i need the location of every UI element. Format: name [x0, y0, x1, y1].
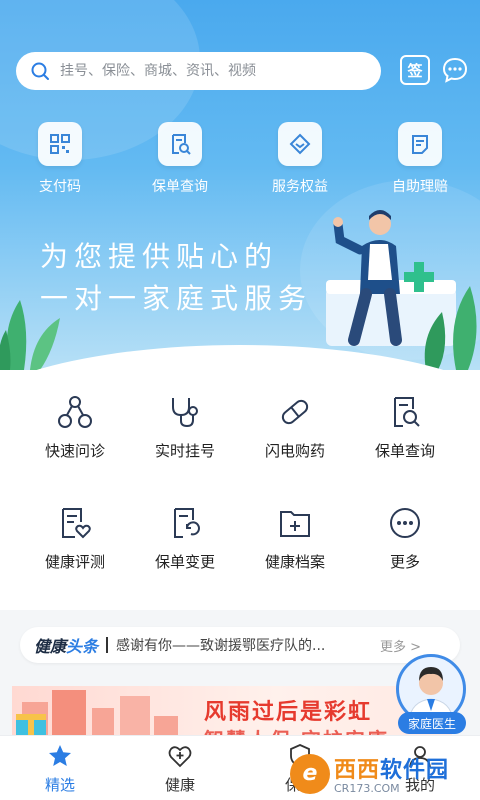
policy-search-icon: [385, 394, 425, 430]
health-folder-icon: [275, 505, 315, 541]
quick-action-label: 自助理赔: [392, 179, 448, 195]
health-check-icon: [55, 505, 95, 541]
service-quick-consult[interactable]: 快速问诊: [20, 394, 130, 461]
service-label: 健康档案: [264, 553, 325, 571]
divider: [106, 637, 109, 653]
service-policy-query[interactable]: 保单查询: [350, 394, 460, 461]
diamond-icon: [278, 122, 322, 166]
family-doctor-label: 家庭医生: [398, 712, 466, 734]
search-input[interactable]: [60, 63, 350, 79]
watermark-brand-b: 软件园: [380, 758, 450, 783]
quick-action-self-claim[interactable]: 自助理赔: [360, 122, 480, 196]
claim-doc-icon: [398, 122, 442, 166]
message-button[interactable]: [440, 55, 470, 85]
service-label: 保单变更: [154, 553, 215, 571]
tab-label: 健康: [164, 776, 195, 794]
qr-code-icon: [38, 122, 82, 166]
sign-in-button[interactable]: 签: [400, 55, 430, 85]
star-icon: [46, 742, 74, 770]
pill-icon: [275, 394, 315, 430]
consult-icon: [55, 394, 95, 430]
leaf-decoration: [0, 300, 60, 370]
heart-plus-icon: [166, 742, 194, 770]
search-bar[interactable]: [16, 52, 381, 90]
quick-action-pay-code[interactable]: 支付码: [0, 122, 120, 196]
quick-action-policy-query[interactable]: 保单查询: [120, 122, 240, 196]
watermark-logo: e: [290, 753, 330, 794]
services-panel: 快速问诊 实时挂号 闪电购药 保单查询 健康评测 保单变更 健康档案 更多: [0, 370, 480, 610]
quick-action-service-rights[interactable]: 服务权益: [240, 122, 360, 196]
service-label: 保单查询: [374, 442, 435, 460]
service-health-assess[interactable]: 健康评测: [20, 505, 130, 572]
service-policy-change[interactable]: 保单变更: [130, 505, 240, 572]
slogan-line: 为您提供贴心的: [40, 240, 279, 273]
banner-title: 风雨过后是彩虹: [204, 700, 373, 725]
service-label: 更多: [389, 553, 420, 571]
quick-action-label: 保单查询: [152, 179, 208, 195]
service-more[interactable]: 更多: [350, 505, 460, 572]
service-label: 实时挂号: [154, 442, 215, 460]
service-label: 快速问诊: [44, 442, 105, 460]
quick-actions: 支付码 保单查询 服务权益 自助理赔: [0, 122, 480, 196]
service-label: 健康评测: [44, 553, 105, 571]
tab-featured[interactable]: 精选: [0, 736, 120, 800]
service-fast-medicine[interactable]: 闪电购药: [240, 394, 350, 461]
tab-label: 精选: [44, 776, 75, 794]
health-headline-bar[interactable]: 健康头条 感谢有你——致谢援鄂医疗队的... 更多 >: [20, 627, 460, 663]
site-watermark: e 西西软件园 CR173.COM: [290, 752, 449, 795]
chat-bubble-icon: [442, 57, 468, 83]
hero-banner: 签 支付码 保单查询 服务权益: [0, 0, 480, 370]
service-realtime-register[interactable]: 实时挂号: [130, 394, 240, 461]
quick-action-label: 支付码: [39, 179, 81, 195]
news-brand-part: 健康: [34, 637, 67, 656]
tab-health[interactable]: 健康: [120, 736, 240, 800]
service-grid: 快速问诊 实时挂号 闪电购药 保单查询 健康评测 保单变更 健康档案 更多: [0, 370, 480, 572]
watermark-text: 西西软件园 CR173.COM: [334, 752, 449, 795]
watermark-brand-a: 西西: [334, 758, 381, 783]
quick-action-label: 服务权益: [272, 179, 328, 195]
leaf-decoration: [424, 286, 477, 370]
policy-search-icon: [158, 122, 202, 166]
service-label: 闪电购药: [264, 442, 325, 460]
watermark-url: CR173.COM: [334, 782, 400, 795]
family-doctor-float[interactable]: 家庭医生: [396, 654, 468, 736]
news-headline[interactable]: 感谢有你——致谢援鄂医疗队的...: [116, 635, 366, 655]
stethoscope-icon: [165, 394, 205, 430]
news-brand-part: 头条: [66, 637, 99, 656]
more-icon: [385, 505, 425, 541]
search-icon: [31, 62, 49, 80]
service-health-records[interactable]: 健康档案: [240, 505, 350, 572]
policy-change-icon: [165, 505, 205, 541]
news-brand: 健康头条: [34, 633, 98, 657]
news-more-link[interactable]: 更多 >: [380, 636, 421, 655]
